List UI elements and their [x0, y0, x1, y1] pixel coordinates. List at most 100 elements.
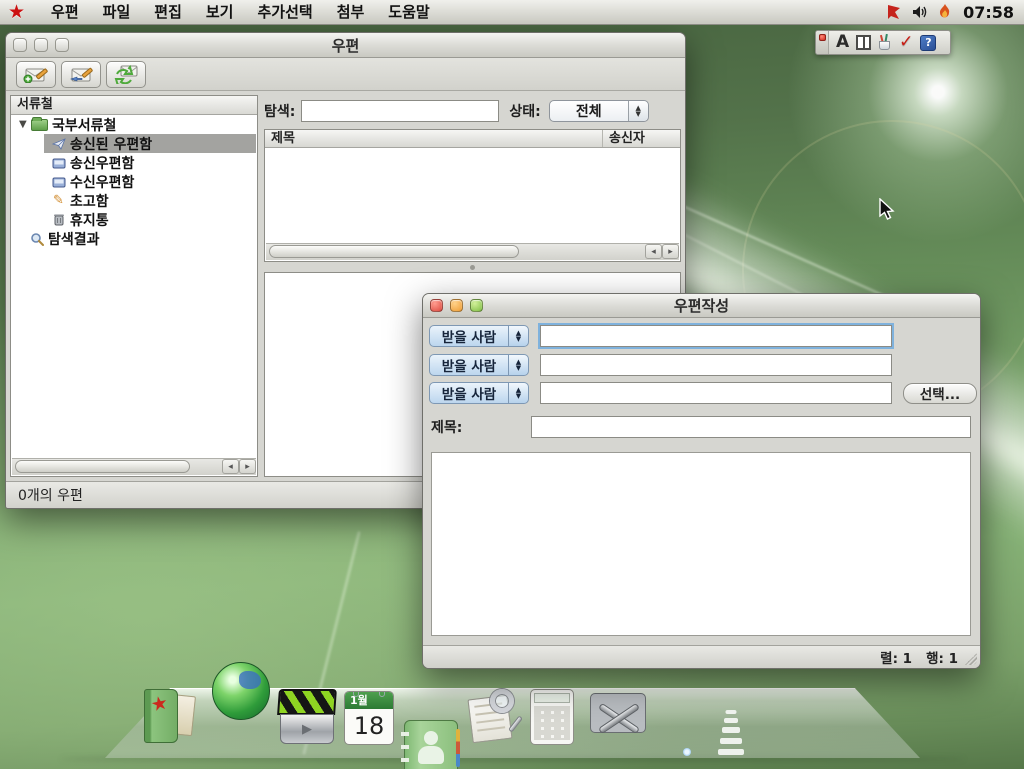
recipient-input-1[interactable]: [540, 325, 892, 347]
message-body-editor[interactable]: [431, 452, 971, 636]
dock-calculator-icon[interactable]: [530, 689, 574, 745]
tree-item-label: 탐색결과: [48, 229, 100, 249]
tree-item-trash[interactable]: 휴지통: [11, 210, 257, 229]
send-receive-button[interactable]: [106, 61, 146, 88]
calendar-day: 18: [345, 709, 393, 743]
tree-horizontal-scrollbar[interactable]: ◂ ▸: [12, 458, 256, 475]
ime-close-icon[interactable]: [819, 34, 826, 41]
send-receive-icon: [113, 64, 139, 84]
dropdown-spinner-icon[interactable]: ▲▼: [508, 383, 528, 403]
clock: 07:58: [963, 3, 1014, 22]
menu-attach[interactable]: 첨부: [325, 0, 377, 25]
compose-window: 우편작성 받을 사람 ▲▼ 받을 사람 ▲▼ 받을 사람 ▲▼ 선택... 제목…: [422, 293, 981, 669]
menu-edit[interactable]: 편집: [142, 0, 194, 25]
message-list[interactable]: 제목 송신자 ◂ ▸: [264, 129, 681, 262]
layout-panes-icon[interactable]: [856, 35, 871, 50]
tree-item-drafts[interactable]: ✎ 초고함: [11, 191, 257, 210]
mail-toolbar: [6, 58, 685, 91]
checkmark-icon[interactable]: ✓: [899, 34, 913, 51]
menu-mail[interactable]: 우편: [39, 0, 91, 25]
scroll-right-button[interactable]: ▸: [239, 459, 256, 474]
red-star-menu-icon[interactable]: ★: [8, 0, 25, 25]
recipient-type-dropdown[interactable]: 받을 사람 ▲▼: [429, 354, 529, 376]
tree-item-outbox[interactable]: 송신우편함: [11, 153, 257, 172]
search-input[interactable]: [301, 100, 499, 122]
mouse-cursor: [878, 198, 896, 226]
recipient-row-2: 받을 사람 ▲▼: [429, 354, 971, 376]
scrollbar-thumb[interactable]: [15, 460, 190, 473]
menu-options[interactable]: 추가선택: [245, 0, 324, 25]
running-app-indicator: [683, 748, 691, 756]
font-icon[interactable]: A: [836, 34, 849, 51]
ime-palette: A ✓ ?: [815, 30, 951, 55]
tree-item-sent[interactable]: 송신된 우편함: [11, 134, 257, 153]
platform-dash-marks: [716, 703, 746, 755]
status-label: 상태:: [509, 101, 540, 121]
dock: ★ ▶ 1월 18 ♻: [0, 686, 1024, 769]
mail-titlebar[interactable]: 우편: [6, 33, 685, 58]
flag-tray-icon[interactable]: [885, 3, 903, 21]
folder-icon: [31, 119, 48, 131]
magnifier-icon: [29, 232, 44, 245]
pane-splitter[interactable]: [264, 264, 681, 271]
menu-file[interactable]: 파일: [91, 0, 143, 25]
menubar: ★ 우편 파일 편집 보기 추가선택 첨부 도움말 07:58: [0, 0, 1024, 25]
menu-view[interactable]: 보기: [194, 0, 246, 25]
ime-grip[interactable]: [816, 31, 829, 54]
select-recipient-button[interactable]: 선택...: [903, 383, 977, 404]
list-horizontal-scrollbar[interactable]: ◂ ▸: [266, 243, 679, 260]
expander-icon[interactable]: ▼: [19, 119, 31, 130]
tree-root-label: 국부서류철: [52, 115, 116, 135]
status-dropdown[interactable]: 전체 ▲▼: [549, 100, 649, 122]
trash-icon: [51, 213, 66, 226]
scrollbar-thumb[interactable]: [269, 245, 519, 258]
tree-item-label: 초고함: [70, 191, 109, 211]
column-subject[interactable]: 제목: [265, 130, 603, 147]
recipient-type-dropdown[interactable]: 받을 사람 ▲▼: [429, 325, 529, 347]
tree-item-inbox[interactable]: 수신우편함: [11, 172, 257, 191]
recipient-input-2[interactable]: [540, 354, 892, 376]
tree-root-folder[interactable]: ▼ 국부서류철: [11, 115, 257, 134]
dock-contacts-icon[interactable]: [404, 720, 458, 769]
dock-media-player-icon[interactable]: ▶: [278, 689, 336, 745]
dock-calendar-icon[interactable]: 1월 18: [344, 691, 394, 745]
volume-tray-icon[interactable]: [911, 3, 929, 21]
subject-input[interactable]: [531, 416, 971, 438]
dock-documents-icon[interactable]: ★: [142, 687, 198, 745]
tree-item-search-results[interactable]: 탐색결과: [11, 229, 257, 248]
dropdown-spinner-icon[interactable]: ▲▼: [508, 326, 528, 346]
reply-icon: [68, 65, 94, 83]
recipient-type-value: 받을 사람: [430, 383, 508, 403]
subject-label: 제목:: [431, 417, 462, 437]
resize-grip[interactable]: [965, 653, 977, 665]
help-book-icon[interactable]: ?: [920, 35, 936, 51]
dock-system-tools-icon[interactable]: [588, 689, 648, 745]
compose-titlebar[interactable]: 우편작성: [423, 294, 980, 318]
column-sender[interactable]: 송신자: [603, 130, 680, 147]
paper-plane-icon: [51, 137, 66, 150]
recipient-input-3[interactable]: [540, 382, 892, 404]
outbox-icon: [51, 156, 66, 169]
menu-help[interactable]: 도움말: [376, 0, 441, 25]
dropdown-spinner-icon[interactable]: ▲▼: [628, 101, 648, 121]
folder-tree-panel: 서류철 ▼ 국부서류철 송신된 우편함 송신우편함: [10, 95, 258, 477]
dropdown-spinner-icon[interactable]: ▲▼: [508, 355, 528, 375]
tree-item-label: 송신된 우편함: [70, 134, 152, 154]
dock-document-viewer-icon[interactable]: [464, 687, 520, 745]
recipient-type-dropdown[interactable]: 받을 사람 ▲▼: [429, 382, 529, 404]
reply-mail-button[interactable]: [61, 61, 101, 88]
tree-item-label: 송신우편함: [70, 153, 134, 173]
scroll-right-button[interactable]: ▸: [662, 244, 679, 259]
compose-mail-button[interactable]: [16, 61, 56, 88]
pencil-cup-icon[interactable]: [878, 35, 892, 50]
folder-tree-header[interactable]: 서류철: [11, 96, 257, 115]
scroll-left-button[interactable]: ◂: [645, 244, 662, 259]
tree-item-label: 수신우편함: [70, 172, 134, 192]
dock-browser-icon[interactable]: [212, 662, 270, 720]
recipient-row-3: 받을 사람 ▲▼ 선택...: [429, 382, 971, 404]
tree-item-label: 휴지통: [70, 210, 109, 230]
recipient-type-value: 받을 사람: [430, 326, 508, 346]
new-mail-icon: [23, 65, 49, 83]
torch-tray-icon[interactable]: [937, 3, 955, 21]
scroll-left-button[interactable]: ◂: [222, 459, 239, 474]
